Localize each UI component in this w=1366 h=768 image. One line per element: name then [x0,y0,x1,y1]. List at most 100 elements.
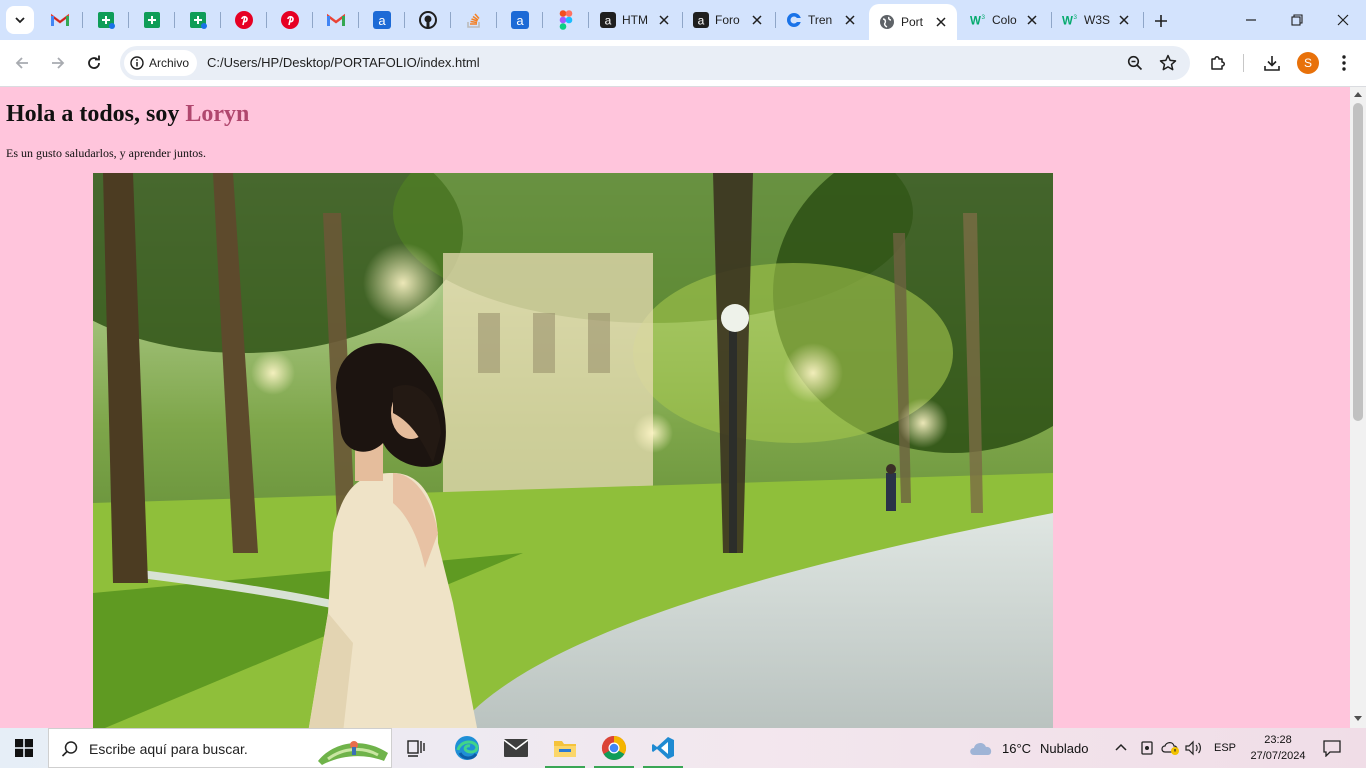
gmail-icon [327,13,345,26]
tab-colo[interactable]: W3 Colo [960,6,1048,34]
toolbar-separator [1243,54,1244,72]
tab-search-button[interactable] [6,6,34,34]
show-hidden-icons-button[interactable] [1113,728,1129,768]
pinned-tab-stackoverflow[interactable] [462,8,486,32]
close-tab-icon[interactable] [1116,12,1132,28]
close-tab-icon[interactable] [933,14,949,30]
tab-w3s[interactable]: W3 W3S [1052,6,1140,34]
chrome-icon [601,736,627,761]
tab-html[interactable]: a HTML [590,6,680,34]
tab-title: W3S [1084,13,1110,27]
taskbar-chrome[interactable] [590,728,638,768]
close-tab-icon[interactable] [656,12,672,28]
taskbar-clock[interactable]: 23:28 27/07/2024 [1248,732,1308,764]
address-bar[interactable]: Archivo C:/Users/HP/Desktop/PORTAFOLIO/i… [120,46,1190,80]
pinned-tab-figma[interactable] [554,8,578,32]
tab-separator [450,12,451,28]
close-tab-icon[interactable] [1024,12,1040,28]
star-icon [1159,54,1177,71]
url-text[interactable]: C:/Users/HP/Desktop/PORTAFOLIO/index.htm… [207,55,480,70]
svg-text:a: a [698,14,705,28]
pinned-tab-gmail[interactable] [48,8,72,32]
tab-foro[interactable]: a Foro [683,6,773,34]
tab-title: Foro [715,13,740,27]
scroll-down-arrow-icon[interactable] [1354,716,1362,721]
search-placeholder: Escribe aquí para buscar. [89,741,248,757]
tab-separator [1143,12,1144,28]
zoom-icon [1127,55,1143,71]
new-tab-button[interactable] [1148,8,1174,34]
chevron-up-icon [1115,743,1127,751]
pinned-tab-sheets-3[interactable] [186,8,210,32]
alura-icon: a [373,11,391,29]
taskbar-mail[interactable] [492,728,540,768]
menu-button[interactable] [1332,51,1356,75]
svg-text:W: W [970,15,981,27]
sheets-icon [98,12,115,29]
taskbar-edge[interactable] [443,728,491,768]
reload-button[interactable] [81,50,107,76]
pinned-tab-pinterest-1[interactable] [232,8,256,32]
plus-icon [1155,15,1167,27]
downloads-button[interactable] [1260,51,1284,75]
pinterest-icon [235,11,253,29]
arrow-right-icon [52,57,65,69]
close-window-button[interactable] [1320,0,1366,40]
taskbar-vscode[interactable] [639,728,687,768]
search-icon [61,741,78,757]
pinned-tab-sheets-2[interactable] [140,8,164,32]
bookmark-button[interactable] [1158,53,1178,73]
extensions-button[interactable] [1206,51,1230,75]
start-button[interactable] [0,728,48,768]
page-heading: Hola a todos, soy Loryn [6,101,249,128]
page-scrollbar[interactable] [1350,87,1366,728]
device-icon [1141,741,1153,755]
pinned-tab-alura-2[interactable]: a [508,8,532,32]
profile-avatar[interactable]: S [1297,52,1319,74]
tray-volume[interactable] [1185,728,1203,768]
language-indicator[interactable]: ESP [1214,728,1236,768]
tab-separator [542,12,543,28]
zoom-button[interactable] [1125,53,1145,73]
edge-icon [455,736,479,760]
taskbar-search-box[interactable]: Escribe aquí para buscar. [48,728,392,768]
pinned-tab-github[interactable] [416,8,440,32]
site-info-chip[interactable]: Archivo [124,50,198,76]
taskbar-task-view[interactable] [392,728,440,768]
scroll-up-arrow-icon[interactable] [1354,92,1362,97]
kebab-menu-icon [1342,55,1346,71]
tab-strip: a a a HTML a Foro Tren Port W3 Colo [0,0,1366,40]
tab-tren[interactable]: Tren [776,6,866,34]
forward-button[interactable] [45,50,71,76]
restore-button[interactable] [1274,0,1320,40]
volume-icon [1185,740,1201,756]
tab-port-active[interactable]: Port [869,4,957,40]
clock-time: 23:28 [1264,734,1292,746]
pinned-tab-alura[interactable]: a [370,8,394,32]
pinterest-icon [281,11,299,29]
notification-icon [1323,740,1341,757]
tab-title: Port [901,15,924,29]
notifications-button[interactable] [1322,728,1342,768]
back-button[interactable] [9,50,35,76]
chevron-down-icon [15,17,25,24]
clock-date: 27/07/2024 [1250,750,1306,762]
tray-device[interactable] [1139,728,1155,768]
tray-onedrive[interactable] [1161,728,1181,768]
pinned-tab-gmail-2[interactable] [324,8,348,32]
taskbar-file-explorer[interactable] [541,728,589,768]
close-tab-icon[interactable] [749,12,765,28]
pinned-tab-pinterest-2[interactable] [278,8,302,32]
scrollbar-thumb[interactable] [1353,103,1363,421]
pinned-tab-sheets-1[interactable] [94,8,118,32]
tab-separator [588,12,589,28]
tab-separator [174,12,175,28]
close-tab-icon[interactable] [842,12,858,28]
svg-text:3: 3 [1074,14,1078,21]
svg-text:a: a [378,13,386,28]
minimize-button[interactable] [1228,0,1274,40]
task-view-icon [407,740,425,757]
minimize-icon [1246,19,1256,21]
weather-widget[interactable]: 16°C Nublado [968,728,1088,768]
vscode-icon [652,737,674,759]
